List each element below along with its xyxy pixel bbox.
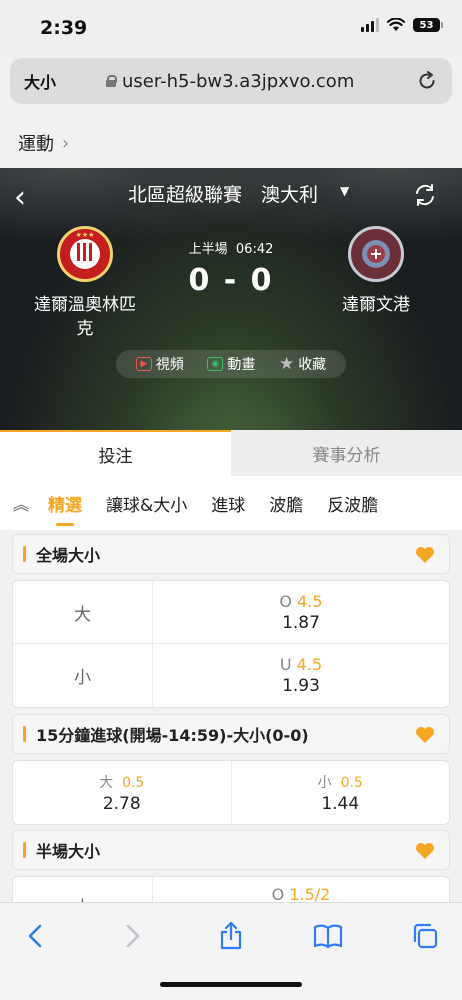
odds-button-over[interactable]: O 4.5 1.87 bbox=[153, 581, 449, 643]
bookmarks-button[interactable] bbox=[313, 921, 343, 951]
odds-prefix: U bbox=[279, 655, 292, 674]
status-time: 2:39 bbox=[40, 17, 88, 39]
odds-label: 小 bbox=[317, 774, 332, 791]
cellular-signal-icon bbox=[361, 18, 379, 32]
lock-icon bbox=[106, 75, 117, 87]
odds-handicap: 0.5 bbox=[340, 774, 363, 791]
tab-analysis[interactable]: 賽事分析 bbox=[231, 430, 462, 476]
odds-button-under[interactable]: U 4.5 1.93 bbox=[153, 644, 449, 707]
odds-prefix: O bbox=[279, 591, 293, 611]
reload-icon[interactable] bbox=[416, 70, 438, 92]
subtab-goals[interactable]: 進球 bbox=[211, 491, 245, 516]
league-selector[interactable]: 北區超級聯賽 澳大利 bbox=[128, 180, 353, 207]
odds-price: 1.93 bbox=[282, 676, 320, 696]
favorite-label: 收藏 bbox=[298, 357, 327, 373]
odds-row-over: 大 O 4.5 1.87 bbox=[13, 581, 449, 644]
caret-down-icon[interactable]: ▼ bbox=[340, 184, 349, 198]
url-text: user-h5-bw3.a3jpxvo.com bbox=[122, 70, 355, 92]
address-bar[interactable]: 大小 user-h5-bw3.a3jpxvo.com bbox=[10, 58, 452, 104]
home-team-name: 達爾溫奧林匹克 bbox=[34, 295, 136, 339]
video-label: 視頻 bbox=[155, 357, 184, 373]
star-icon: ★ bbox=[278, 354, 295, 374]
main-tabs: 投注 賽事分析 bbox=[0, 430, 462, 476]
heart-icon[interactable] bbox=[415, 726, 435, 744]
home-indicator bbox=[160, 982, 302, 987]
away-team-name: 達爾文港 bbox=[342, 295, 410, 315]
heart-icon[interactable] bbox=[415, 546, 435, 564]
subtab-correct-score[interactable]: 波膽 bbox=[269, 491, 303, 516]
browser-back-button[interactable] bbox=[20, 921, 50, 951]
market-title: 半場大小 bbox=[36, 842, 101, 861]
share-icon bbox=[220, 921, 242, 950]
odds-row-under: 小 U 4.5 1.93 bbox=[13, 644, 449, 707]
market-title: 全場大小 bbox=[36, 546, 101, 565]
refresh-icon[interactable] bbox=[412, 182, 438, 208]
chevron-right-icon: › bbox=[62, 132, 70, 154]
media-bar: ▶ 視頻 ◉ 動畫 ★ 收藏 bbox=[116, 350, 346, 378]
favorite-button[interactable]: ★ 收藏 bbox=[279, 354, 326, 374]
odds-handicap: 0.5 bbox=[122, 774, 145, 791]
breadcrumb-sports[interactable]: 運動 bbox=[18, 130, 54, 156]
sub-tabs: ︽ 精選 讓球&大小 進球 波膽 反波膽 bbox=[0, 476, 462, 530]
share-button[interactable] bbox=[216, 921, 246, 951]
market-header-half-ou[interactable]: 半場大小 bbox=[12, 830, 450, 870]
collapse-all-icon[interactable]: ︽ bbox=[0, 491, 42, 515]
match-header: ‹ 北區超級聯賽 澳大利 ▼ ★★★ 上半場 06:42 0 - 0 達爾溫奧林… bbox=[0, 168, 462, 430]
market-header-full-ou[interactable]: 全場大小 bbox=[12, 534, 450, 574]
status-bar: 2:39 53 bbox=[0, 0, 462, 54]
chevron-left-icon bbox=[28, 924, 42, 948]
tab-betting[interactable]: 投注 bbox=[0, 430, 231, 476]
status-icons: 53 bbox=[361, 18, 443, 32]
subtab-featured[interactable]: 精選 bbox=[48, 491, 82, 526]
odds-price: 1.44 bbox=[321, 793, 360, 814]
heart-icon[interactable] bbox=[415, 842, 435, 860]
odds-table-15min: 大 0.5 2.78 小 0.5 1.44 bbox=[12, 760, 450, 825]
odds-label: 小 bbox=[13, 644, 153, 707]
odds-label: 大 bbox=[99, 774, 114, 791]
odds-price: 2.78 bbox=[102, 793, 141, 814]
odds-label: 大 bbox=[13, 581, 153, 643]
browser-forward-button[interactable] bbox=[118, 921, 148, 951]
odds-button-under[interactable]: 小 0.5 1.44 bbox=[232, 761, 450, 824]
video-button[interactable]: ▶ 視頻 bbox=[135, 354, 184, 374]
odds-row-15min: 大 0.5 2.78 小 0.5 1.44 bbox=[13, 761, 449, 824]
odds-button-over[interactable]: 大 0.5 2.78 bbox=[13, 761, 232, 824]
odds-table-full-ou: 大 O 4.5 1.87 小 U 4.5 1.93 bbox=[12, 580, 450, 708]
market-title: 15分鐘進球(開場-14:59)-大小(0-0) bbox=[36, 726, 309, 745]
subtab-handicap-ou[interactable]: 讓球&大小 bbox=[106, 491, 187, 516]
back-button[interactable]: ‹ bbox=[14, 180, 26, 215]
odds-handicap: 4.5 bbox=[296, 655, 323, 674]
league-title: 北區超級聯賽 澳大利 bbox=[128, 184, 319, 206]
tabs-icon bbox=[413, 923, 438, 949]
animation-icon: ◉ bbox=[207, 357, 224, 371]
match-period: 上半場 bbox=[188, 242, 228, 257]
subtab-anti-correct-score[interactable]: 反波膽 bbox=[327, 491, 378, 516]
battery-icon: 53 bbox=[413, 18, 443, 32]
animation-button[interactable]: ◉ 動畫 bbox=[207, 354, 255, 374]
match-time: 上半場 06:42 bbox=[0, 238, 462, 257]
breadcrumb[interactable]: 運動 › bbox=[18, 130, 69, 156]
odds-price: 1.87 bbox=[282, 612, 320, 633]
chevron-right-icon bbox=[126, 924, 140, 948]
match-clock: 06:42 bbox=[235, 242, 274, 257]
animation-label: 動畫 bbox=[227, 357, 256, 373]
odds-button-over[interactable]: O 1.5/2 bbox=[153, 877, 449, 904]
video-icon: ▶ bbox=[135, 357, 152, 371]
tabs-button[interactable] bbox=[410, 921, 440, 951]
wifi-icon bbox=[387, 18, 405, 31]
book-icon bbox=[313, 924, 343, 949]
odds-handicap: 4.5 bbox=[297, 591, 323, 611]
url-field[interactable]: user-h5-bw3.a3jpxvo.com bbox=[106, 71, 354, 92]
market-header-15min[interactable]: 15分鐘進球(開場-14:59)-大小(0-0) bbox=[12, 714, 450, 754]
text-size-button[interactable]: 大小 bbox=[24, 69, 56, 93]
